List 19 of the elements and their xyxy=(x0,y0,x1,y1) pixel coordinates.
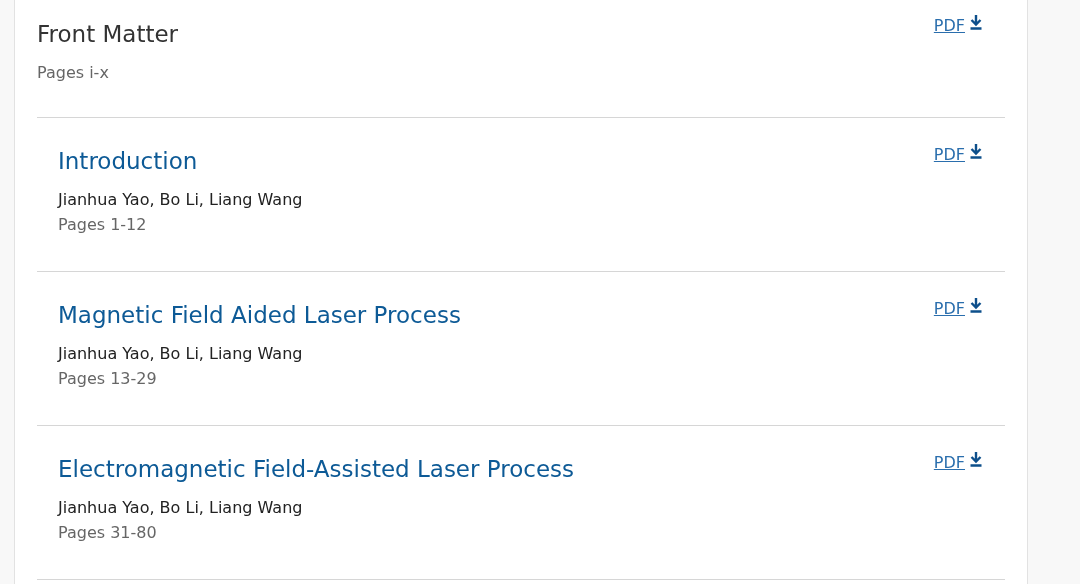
download-icon xyxy=(969,14,983,30)
pdf-download-link[interactable]: PDF xyxy=(933,453,983,475)
chapter-title-link[interactable]: Magnetic Field Aided Laser Process xyxy=(58,299,461,331)
section-title: Front Matter xyxy=(37,20,179,49)
author-list: Jianhua Yao, Bo Li, Liang Wang xyxy=(58,498,575,517)
page-range: Pages 31-80 xyxy=(58,523,158,542)
download-icon xyxy=(969,143,983,159)
pdf-download-link[interactable]: PDF xyxy=(933,299,983,321)
pdf-download-link[interactable]: PDF xyxy=(933,145,983,167)
author-list: Jianhua Yao, Bo Li, Liang Wang xyxy=(58,190,303,209)
download-icon xyxy=(969,451,983,467)
download-icon xyxy=(969,297,983,313)
author-list: Jianhua Yao, Bo Li, Liang Wang xyxy=(58,344,461,363)
page-range: Pages 13-29 xyxy=(58,369,158,388)
page-range: Pages 1-12 xyxy=(58,215,148,234)
chapter-title-link[interactable]: Electromagnetic Field-Assisted Laser Process xyxy=(58,453,575,485)
page-range: Pages i-x xyxy=(37,63,110,82)
chapter-title-link[interactable]: Introduction xyxy=(58,145,303,177)
pdf-download-link[interactable]: PDF xyxy=(933,16,983,38)
